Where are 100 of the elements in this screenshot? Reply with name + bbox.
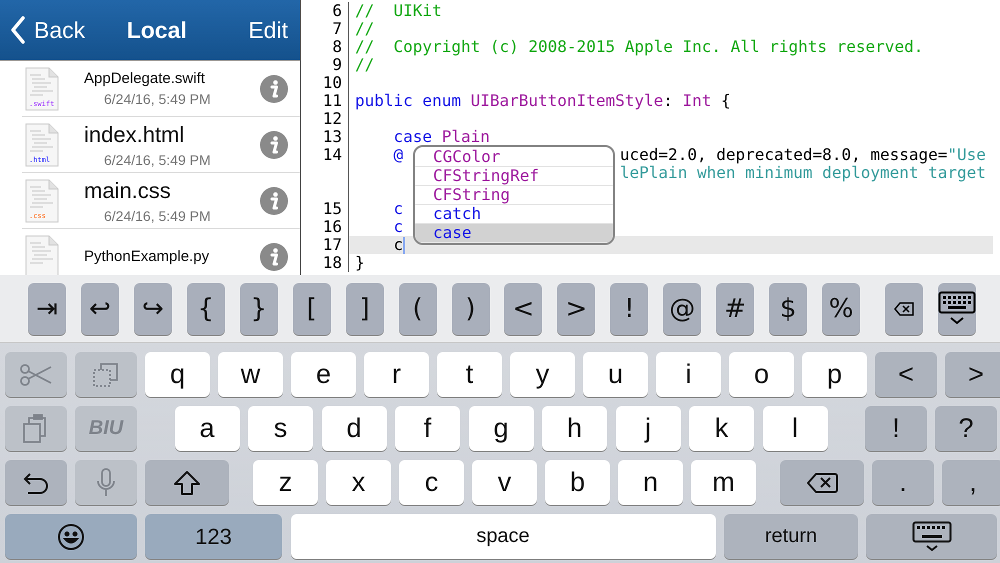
code-token: c [394, 217, 404, 236]
letter-key[interactable]: m [691, 460, 756, 505]
code-token: } [355, 253, 365, 272]
file-name: PythonExample.py [84, 248, 210, 265]
completion-item[interactable]: catch [433, 205, 482, 223]
line-number: 10 [322, 73, 342, 92]
line-number: 17 [322, 235, 342, 254]
file-name: AppDelegate.swift [84, 70, 206, 87]
code-token: : [663, 91, 674, 110]
letter-key[interactable]: k [689, 406, 754, 451]
letter-key[interactable]: f [395, 406, 460, 451]
letter-key[interactable]: a [174, 406, 240, 451]
symbol-key[interactable]: < [875, 352, 937, 397]
letter-key[interactable]: w [218, 352, 283, 397]
symbol-key[interactable]: @ [663, 282, 702, 334]
symbol-key[interactable]: { [186, 282, 225, 334]
emoji-key[interactable] [5, 514, 137, 559]
file-date: 6/24/16, 5:49 PM [104, 91, 212, 107]
numbers-key[interactable]: 123 [145, 514, 282, 559]
symbol-key[interactable]: ) [452, 282, 490, 334]
symbol-key[interactable]: ↪ [134, 282, 172, 334]
letter-key[interactable]: y [510, 352, 575, 397]
line-number: 6 [332, 1, 342, 20]
shift-key[interactable] [145, 460, 229, 505]
letter-key[interactable]: u [583, 352, 648, 397]
letter-key[interactable]: g [468, 406, 534, 451]
symbol-key[interactable]: [ [292, 282, 331, 334]
code-token: // [355, 55, 374, 74]
letter-key[interactable]: s [248, 406, 313, 451]
hide-keyboard-key[interactable] [938, 282, 976, 334]
symbol-key[interactable]: # [716, 282, 754, 334]
scissors-icon [19, 362, 53, 386]
symbol-key[interactable]: ⇥ [28, 282, 66, 334]
code-token: UIBarButtonItemStyle [470, 91, 664, 110]
info-icon[interactable] [260, 130, 288, 158]
hide-keyboard-key[interactable] [866, 514, 997, 559]
code-token: uced=2.0, deprecated=8.0, message= [620, 145, 948, 164]
completion-item[interactable]: CFStringRef [433, 167, 539, 185]
info-icon[interactable] [260, 186, 288, 214]
code-token: // [355, 19, 374, 38]
line-number: 13 [322, 127, 342, 146]
symbol-key[interactable]: . [872, 460, 934, 505]
info-icon[interactable] [260, 74, 288, 102]
symbol-key[interactable]: ! [865, 406, 927, 451]
undo-key[interactable] [5, 460, 67, 505]
letter-key[interactable]: t [437, 352, 502, 397]
symbol-key[interactable]: % [822, 282, 860, 334]
letter-key[interactable]: q [145, 352, 210, 397]
symbol-key[interactable]: ↩ [80, 282, 119, 334]
letter-key[interactable]: e [291, 352, 356, 397]
code-token: { [720, 91, 731, 110]
microphone-icon [96, 468, 116, 498]
line-number: 9 [332, 55, 342, 74]
symbol-key[interactable]: > [557, 282, 596, 334]
space-key[interactable]: space [290, 514, 716, 559]
completion-item[interactable]: case [433, 224, 472, 242]
symbol-key[interactable]: < [504, 282, 542, 334]
letter-key[interactable]: j [616, 406, 680, 451]
code-token: c [394, 199, 404, 218]
symbol-key[interactable]: $ [769, 282, 808, 334]
back-button[interactable]: Back [10, 16, 86, 44]
clear-key[interactable] [885, 282, 923, 334]
file-date: 6/24/16, 5:49 PM [104, 152, 212, 168]
letter-key[interactable]: c [399, 460, 464, 505]
backspace-key[interactable] [780, 460, 864, 505]
keyboard-icon [938, 290, 976, 326]
info-icon[interactable] [260, 242, 288, 270]
letter-key[interactable]: i [656, 352, 721, 397]
file-date: 6/24/16, 5:49 PM [104, 208, 212, 224]
code-token: lePlain when minimum deployment target [620, 163, 986, 182]
code-token: public enum [355, 91, 462, 110]
symbol-key[interactable]: , [942, 460, 1000, 505]
edit-button[interactable]: Edit [248, 16, 288, 44]
letter-key[interactable]: p [802, 352, 867, 397]
nav-title: Local [126, 16, 187, 44]
symbol-key[interactable]: > [945, 352, 1000, 397]
symbol-key[interactable]: ? [935, 406, 997, 451]
line-number: 8 [332, 37, 342, 56]
letter-key[interactable]: b [545, 460, 610, 505]
return-key[interactable]: return [724, 514, 858, 559]
letter-key[interactable]: r [364, 352, 429, 397]
code-token: @ [394, 145, 404, 164]
letter-key[interactable]: x [326, 460, 391, 505]
symbol-key[interactable]: ! [610, 282, 648, 334]
symbol-key[interactable]: } [240, 282, 278, 334]
shift-icon [173, 470, 201, 496]
completion-item[interactable]: CGColor [433, 148, 500, 166]
letter-key[interactable]: o [729, 352, 794, 397]
letter-key[interactable]: v [472, 460, 537, 505]
code-token: c [394, 235, 404, 254]
completion-item[interactable]: CFString [433, 186, 510, 204]
symbol-key[interactable]: ( [398, 282, 437, 334]
letter-key[interactable]: n [618, 460, 683, 505]
letter-key[interactable]: z [253, 460, 318, 505]
letter-key[interactable]: h [542, 406, 607, 451]
file-name: index.html [84, 122, 186, 148]
letter-key[interactable]: l [762, 406, 828, 451]
code-token: Plain [442, 127, 490, 146]
letter-key[interactable]: d [322, 406, 386, 451]
symbol-key[interactable]: ] [346, 282, 384, 334]
